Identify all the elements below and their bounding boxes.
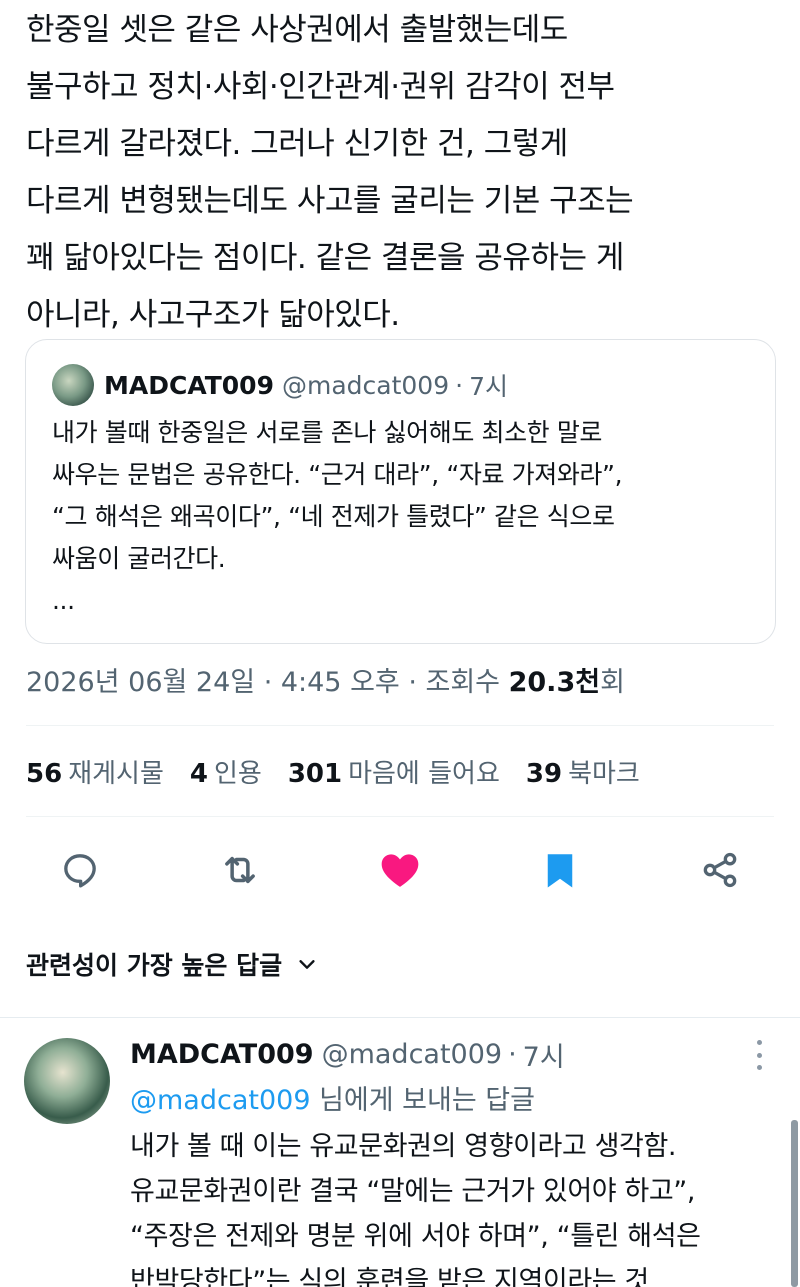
avatar[interactable]	[52, 364, 94, 406]
separator: ·	[508, 1038, 517, 1070]
divider	[26, 725, 774, 726]
reply-author-handle[interactable]: @madcat009	[322, 1039, 503, 1070]
post-text: 한중일 셋은 같은 사상권에서 출발했는데도 불구하고 정치·사회·인간관계·권…	[26, 2, 786, 344]
action-bar	[0, 842, 800, 898]
stat-bookmarks[interactable]: 39 북마크	[526, 753, 640, 790]
bookmark-icon	[547, 854, 573, 888]
repost-icon	[225, 856, 255, 884]
more-dot	[756, 1065, 762, 1070]
quoted-post-text: 내가 볼때 한중일은 서로를 존나 싫어해도 최소한 말로 싸우는 문법은 공유…	[52, 412, 752, 622]
share-icon	[703, 852, 737, 888]
reply-author-name[interactable]: MADCAT009	[130, 1039, 314, 1070]
reply-line: 반박당한다”는 식의 훈련을 받은 지역이라는 것	[130, 1266, 649, 1287]
post-meta: 2026년 06월 24일 · 4:45 오후 · 조회수 20.3천회	[26, 660, 625, 699]
stat-likes[interactable]: 301 마음에 들어요	[288, 753, 500, 790]
quoted-author-handle[interactable]: @madcat009	[282, 371, 449, 400]
reply-to-mention[interactable]: @madcat009	[130, 1085, 311, 1116]
stat-quotes[interactable]: 4 인용	[190, 753, 262, 790]
share-button[interactable]	[692, 842, 748, 898]
divider	[26, 816, 774, 817]
scrollbar[interactable]	[791, 1120, 798, 1287]
post-line: 불구하고 정치·사회·인간관계·권위 감각이 전부	[26, 69, 615, 105]
more-options-button[interactable]	[746, 1040, 772, 1070]
reply-post[interactable]: MADCAT009 @madcat009 · 7시 @madcat009 님에게…	[0, 1018, 800, 1287]
like-button[interactable]	[372, 842, 428, 898]
post-line: 다르게 갈라졌다. 그러나 신기한 건, 그렇게	[26, 126, 568, 162]
chevron-down-icon	[299, 960, 315, 969]
quoted-line: 싸우는 문법은 공유한다. “근거 대라”, “자료 가져와라”,	[52, 460, 623, 489]
bookmark-button[interactable]	[532, 842, 588, 898]
reply-line: “주장은 전제와 명분 위에 서야 하며”, “틀린 해석은	[130, 1221, 701, 1252]
more-dot	[756, 1052, 762, 1058]
post-line: 한중일 셋은 같은 사상권에서 출발했는데도	[26, 12, 568, 48]
quoted-post-time[interactable]: 7시	[469, 367, 508, 403]
quoted-line: “그 해석은 왜곡이다”, “네 전제가 틀렸다” 같은 식으로	[52, 502, 615, 531]
quoted-post[interactable]: MADCAT009 @madcat009 · 7시 내가 볼때 한중일은 서로를…	[25, 339, 776, 644]
post-line: 다르게 변형됐는데도 사고를 굴리는 기본 구조는	[26, 183, 634, 219]
stat-count: 56	[26, 759, 63, 789]
stat-label: 인용	[213, 759, 262, 789]
reply-to-line: @madcat009 님에게 보내는 답글	[130, 1078, 535, 1117]
view-count-suffix: 회	[600, 667, 625, 698]
stat-label: 재게시물	[68, 759, 164, 789]
stat-label: 북마크	[568, 759, 640, 789]
stat-label: 마음에 들어요	[348, 759, 500, 789]
more-dot	[756, 1040, 762, 1045]
stat-count: 301	[287, 759, 343, 789]
stat-count: 4	[189, 759, 208, 789]
stat-count: 39	[525, 759, 563, 789]
engagement-stats: 56 재게시물 4 인용 301 마음에 들어요 39 북마크	[26, 753, 640, 790]
post-line: 꽤 닮아있다는 점이다. 같은 결론을 공유하는 게	[26, 240, 624, 276]
avatar[interactable]	[24, 1038, 110, 1124]
reply-text: 내가 볼 때 이는 유교문화권의 영향이라고 생각함. 유교문화권이란 결국 “…	[130, 1124, 770, 1287]
reply-header: MADCAT009 @madcat009 · 7시	[130, 1034, 565, 1074]
separator: ·	[455, 370, 464, 400]
reply-time[interactable]: 7시	[523, 1035, 565, 1074]
quoted-line: 내가 볼때 한중일은 서로를 존나 싫어해도 최소한 말로	[52, 418, 603, 447]
repost-button[interactable]	[212, 842, 268, 898]
reply-to-suffix: 님에게 보내는 답글	[310, 1085, 535, 1116]
reply-sort-dropdown[interactable]: 관련성이 가장 높은 답글	[26, 946, 318, 982]
quoted-author-name[interactable]: MADCAT009	[104, 371, 274, 400]
reply-line: 유교문화권이란 결국 “말에는 근거가 있어야 하고”,	[130, 1176, 696, 1207]
reply-button[interactable]	[52, 842, 108, 898]
view-count: 20.3천	[508, 667, 601, 698]
stat-reposts[interactable]: 56 재게시물	[26, 753, 164, 790]
sort-label: 관련성이 가장 높은 답글	[26, 951, 283, 980]
post-date[interactable]: 2026년 06월 24일 · 4:45 오후 · 조회수	[26, 667, 509, 698]
quoted-post-header: MADCAT009 @madcat009 · 7시	[52, 363, 508, 407]
heart-icon	[381, 854, 419, 887]
reply-icon	[64, 854, 96, 888]
quoted-line: 싸움이 굴러간다.	[52, 544, 226, 573]
post-line: 아니라, 사고구조가 닮아있다.	[26, 297, 400, 333]
quoted-line: ...	[52, 586, 75, 615]
reply-line: 내가 볼 때 이는 유교문화권의 영향이라고 생각함.	[130, 1131, 677, 1162]
